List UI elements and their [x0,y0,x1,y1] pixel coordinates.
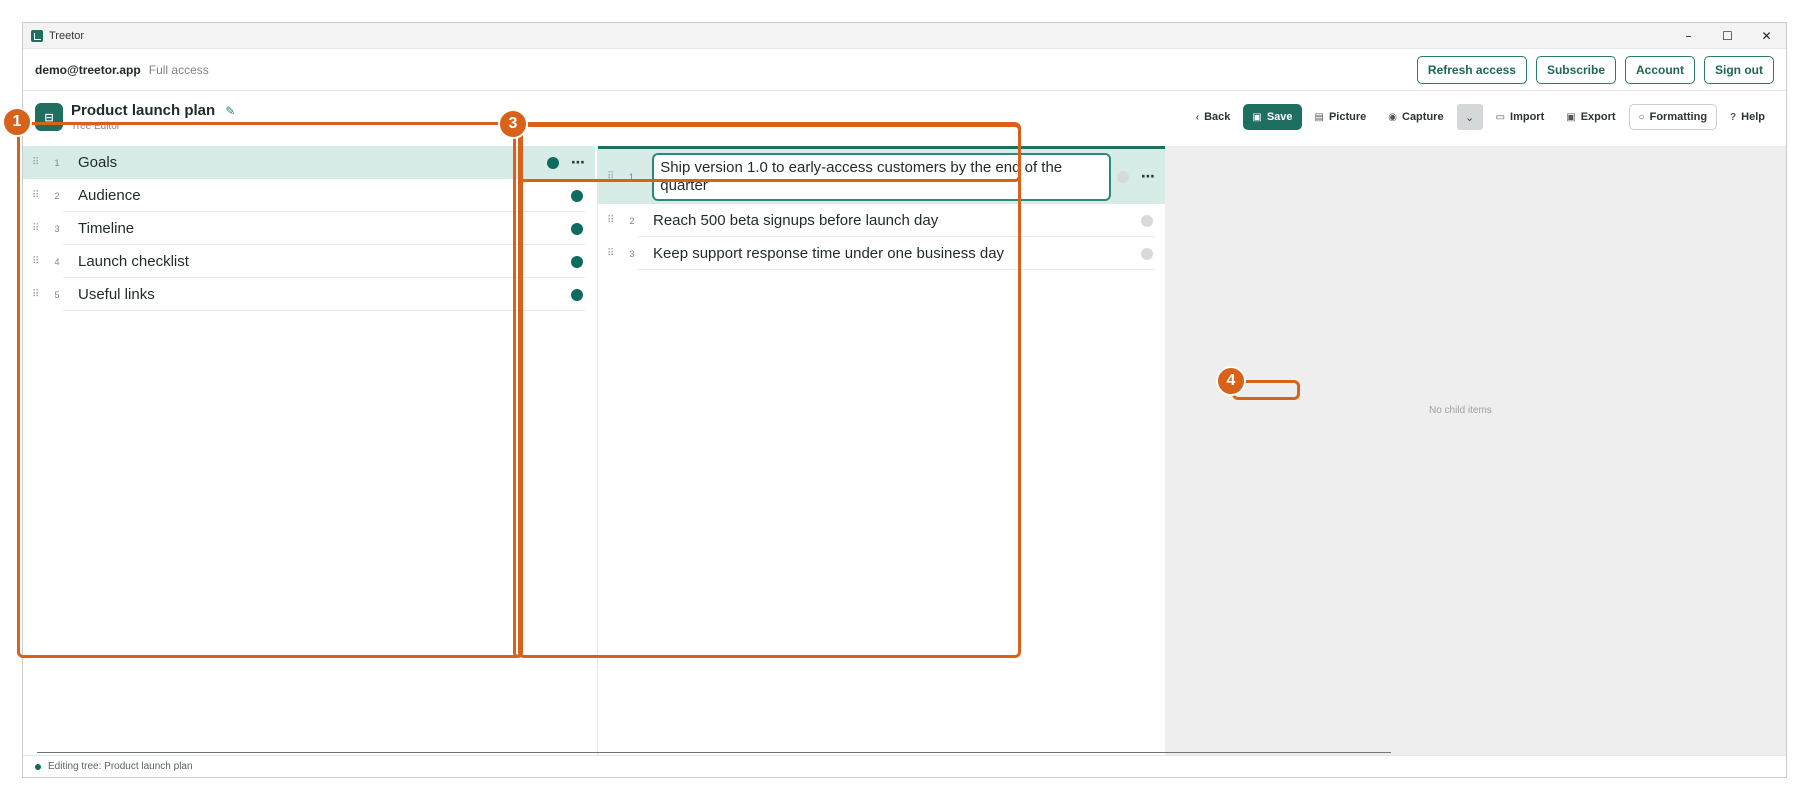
export-icon: ▣ [1566,111,1576,123]
annotation-badge: 4 [1216,366,1246,396]
save-label: Save [1266,111,1293,123]
root-column: ⠿ 1 Goals ⋯ ⠿ 2 Audience ⠿ 3 Timeline ⠿ … [23,146,595,757]
capture-button[interactable]: ◉ Capture [1379,104,1452,130]
more-icon[interactable]: ⋯ [571,154,585,171]
maximize-button[interactable]: ☐ [1708,23,1747,48]
account-button[interactable]: Account [1625,55,1695,84]
formatting-button[interactable]: ○ Formatting [1628,104,1718,130]
item-number: 3 [629,248,635,259]
app-logo-icon [31,29,43,42]
capture-dropdown-button[interactable]: ⌄ [1456,104,1483,130]
picture-label: Picture [1328,111,1367,123]
chevron-down-icon: ⌄ [1464,111,1475,124]
list-item[interactable]: ⠿ 1 Goals ⋯ [23,146,595,179]
list-item[interactable]: ⠿ 2 Reach 500 beta signups before launch… [598,204,1165,237]
account-bar: demo@treetor.app Full access Refresh acc… [23,49,1786,91]
help-label: Help [1741,111,1765,123]
circle-icon: ○ [1638,111,1645,123]
account-email: demo@treetor.app [35,62,141,77]
folder-icon: ▭ [1495,111,1506,123]
help-icon: ? [1730,111,1737,123]
annotation-badge: 3 [498,109,528,139]
title-bar: Treetor – ☐ ✕ [23,23,1786,49]
item-number: 2 [629,215,635,226]
status-dot-icon [571,255,583,268]
item-number: 2 [54,190,60,201]
list-item[interactable]: ⠿ 3 Timeline [23,212,595,245]
pencil-icon[interactable]: ✎ [225,104,235,118]
editor-content: ⠿ 1 Goals ⋯ ⠿ 2 Audience ⠿ 3 Timeline ⠿ … [23,146,1786,757]
drag-handle-icon[interactable]: ⠿ [607,171,623,182]
item-number: 1 [628,171,634,182]
grandchild-column: No child items [1165,146,1786,757]
back-label: Back [1204,111,1231,123]
item-number: 5 [54,289,60,300]
empty-state-text: No child items [1429,405,1492,416]
list-item[interactable]: ⠿ 2 Audience [23,179,595,212]
item-label: Reach 500 beta signups before launch day [653,212,939,229]
item-label: Timeline [78,220,135,237]
tree-icon: ⊟ [35,103,63,131]
back-button[interactable]: ‹ Back [1187,104,1240,130]
save-button[interactable]: ▣ Save [1243,104,1302,130]
list-item[interactable]: ⠿ 3 Keep support response time under one… [598,237,1165,270]
camera-icon: ◉ [1388,111,1397,123]
formatting-label: Formatting [1649,111,1708,123]
capture-label: Capture [1402,111,1444,123]
annotation-badge: 1 [2,107,32,137]
child-column: ⠿ 1 Ship version 1.0 to early-access cus… [597,146,1165,757]
image-icon: ▤ [1314,111,1324,123]
save-icon: ▣ [1252,111,1262,123]
status-text: Editing tree: Product launch plan [48,761,193,772]
import-label: Import [1510,111,1545,123]
more-icon[interactable]: ⋯ [1141,168,1155,185]
export-button[interactable]: ▣ Export [1557,104,1624,130]
drag-handle-icon[interactable]: ⠿ [607,248,623,259]
status-dot-icon [1117,170,1129,183]
minimize-button[interactable]: – [1669,23,1708,48]
drag-handle-icon[interactable]: ⠿ [32,190,48,201]
status-dot-icon [571,222,583,235]
drag-handle-icon[interactable]: ⠿ [607,215,623,226]
status-dot-icon [35,763,41,770]
status-dot-icon [547,156,559,169]
list-item[interactable]: ⠿ 5 Useful links [23,278,595,311]
drag-handle-icon[interactable]: ⠿ [32,256,48,267]
status-dot-icon [571,189,583,202]
status-dot-icon [1141,214,1153,227]
list-item[interactable]: ⠿ 1 Ship version 1.0 to early-access cus… [598,146,1165,204]
item-number: 1 [54,157,60,168]
item-label: Keep support response time under one bus… [653,245,1005,262]
horizontal-scrollbar[interactable] [37,752,1391,753]
close-button[interactable]: ✕ [1747,23,1786,48]
editor-toolbar: ⊟ Product launch plan ✎ Tree Editor ‹ Bac… [23,91,1786,143]
refresh-access-button[interactable]: Refresh access [1416,55,1527,84]
chevron-left-icon: ‹ [1195,111,1200,123]
subscribe-button[interactable]: Subscribe [1535,55,1616,84]
sign-out-button[interactable]: Sign out [1704,55,1774,84]
item-label: Launch checklist [78,253,189,270]
drag-handle-icon[interactable]: ⠿ [32,223,48,234]
item-label: Useful links [78,286,155,303]
item-number: 3 [54,223,60,234]
item-number: 4 [54,256,60,267]
app-window: Treetor – ☐ ✕ demo@treetor.app Full acce… [22,22,1787,778]
item-label: Goals [78,154,118,171]
status-bar: Editing tree: Product launch plan [23,755,1786,777]
document-title: Product launch plan [71,102,216,119]
access-level: Full access [148,62,209,77]
item-text-editor[interactable]: Ship version 1.0 to early-access custome… [652,152,1112,201]
item-label: Audience [78,187,141,204]
drag-handle-icon[interactable]: ⠿ [32,289,48,300]
picture-button[interactable]: ▤ Picture [1306,104,1376,130]
import-button[interactable]: ▭ Import [1487,104,1554,130]
list-item[interactable]: ⠿ 4 Launch checklist [23,245,595,278]
drag-handle-icon[interactable]: ⠿ [32,157,48,168]
app-title: Treetor [49,29,85,42]
help-button[interactable]: ? Help [1721,104,1774,130]
status-dot-icon [571,288,583,301]
document-subtitle: Tree Editor [71,121,121,132]
status-dot-icon [1141,247,1153,260]
export-label: Export [1580,111,1616,123]
